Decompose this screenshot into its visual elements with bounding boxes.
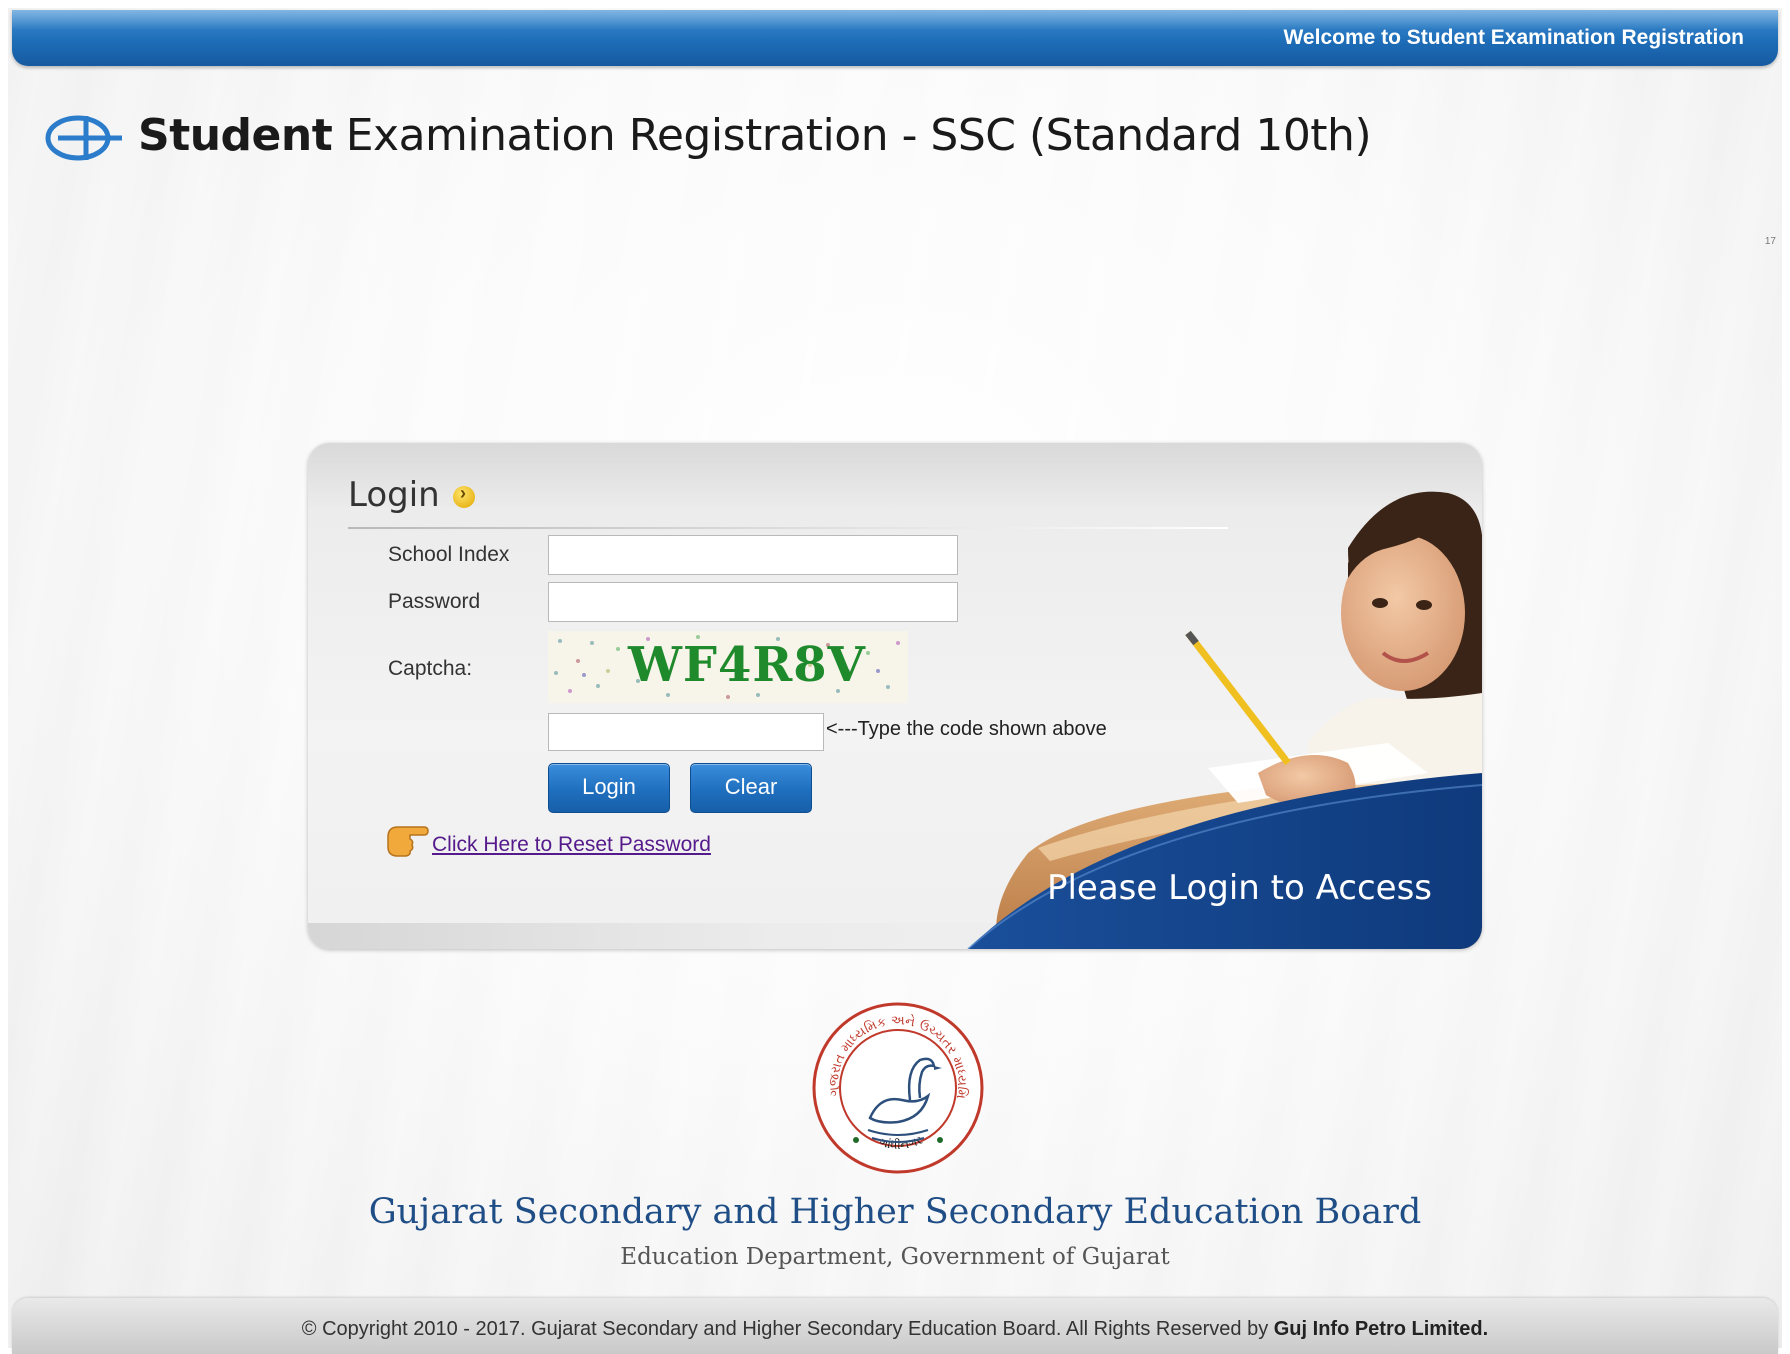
school-index-input[interactable] [548,535,958,575]
clear-button[interactable]: Clear [690,763,812,813]
footer-copyright: © Copyright 2010 - 2017. Gujarat Seconda… [12,1318,1778,1341]
please-login-banner-text: Please Login to Access [1046,868,1432,908]
school-index-label: School Index [388,543,510,566]
board-subtitle: Education Department, Government of Guja… [620,1244,1170,1270]
company-name: Guj Info Petro Limited. [1273,1318,1489,1340]
login-panel: Login School Index Password Captcha: WF4… [308,443,1482,949]
captcha-label: Captcha: [388,657,473,680]
pointing-hand-icon [387,826,429,857]
top-header-bar: Welcome to Student Examination Registrat… [12,10,1778,66]
captcha-code: WF4R8V [628,637,866,693]
password-input[interactable] [548,582,958,622]
captcha-image: WF4R8V [548,631,908,703]
captcha-input[interactable] [548,713,824,751]
copyright-text: © Copyright 2010 - 2017. Gujarat Seconda… [301,1318,1274,1340]
captcha-hint: <---Type the code shown above [826,718,1107,740]
page-title-bold: Student [138,110,333,161]
page-title-rest: Examination Registration [332,110,889,161]
page-title: Student Examination Registration - SSC (… [138,110,1372,161]
arrow-bullet-icon [453,483,475,508]
login-divider [348,527,1228,529]
brand-logo-icon [45,115,122,161]
page-title-suffix: - SSC (Standard 10th) [888,110,1372,161]
login-button[interactable]: Login [548,763,670,813]
board-seal-logo: ગુજરાત માધ્યમિક અને ઉચ્ચતર માધ્યમિક શિક્… [810,1000,984,1174]
board-name: Gujarat Secondary and Higher Secondary E… [368,1192,1422,1232]
corner-number: 17 [1764,236,1776,247]
reset-password-link[interactable]: Click Here to Reset Password [432,833,711,857]
login-title: Login [348,475,440,515]
password-label: Password [388,590,481,613]
footer-bar: © Copyright 2010 - 2017. Gujarat Seconda… [12,1298,1778,1354]
welcome-text: Welcome to Student Examination Registrat… [1283,26,1744,49]
